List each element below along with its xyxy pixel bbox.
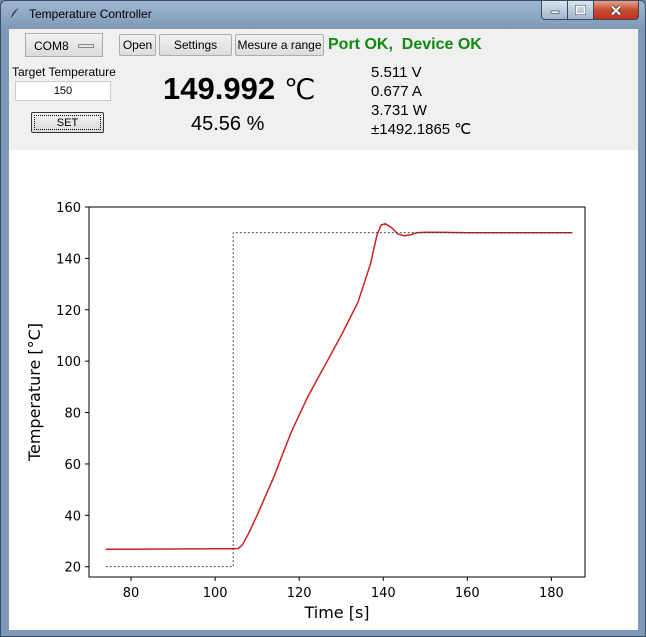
deviation-reading: ±1492.1865 ℃: [371, 121, 472, 138]
set-button[interactable]: SET: [31, 112, 104, 133]
x-axis-label: Time [s]: [303, 603, 369, 622]
maximize-icon: [575, 5, 586, 15]
temperature-chart: 20 40 60 80 100 120 140 160 80 100 120 140 160 180 T…: [25, 201, 586, 622]
y-tick-label: 140: [56, 252, 81, 267]
window-controls: [541, 1, 639, 21]
y-axis-ticks: 20 40 60 80 100 120 140 160: [56, 201, 89, 576]
client-area: COM8 Open Settings Mesure a range Port O…: [9, 29, 638, 630]
port-select[interactable]: COM8: [25, 33, 103, 57]
target-temperature-input[interactable]: [15, 81, 111, 101]
target-temperature-label: Target Temperature: [12, 65, 116, 79]
feather-icon: [10, 8, 19, 21]
minimize-button[interactable]: [541, 1, 568, 20]
y-tick-label: 160: [56, 201, 81, 216]
y-tick-label: 60: [64, 458, 81, 473]
control-panel: COM8 Open Settings Mesure a range Port O…: [9, 29, 638, 150]
temperature-unit: ℃: [284, 74, 316, 105]
title-bar[interactable]: Temperature Controller: [1, 1, 645, 29]
port-status: Port OK,: [328, 36, 393, 53]
current-temperature: 149.992: [163, 71, 276, 106]
y-tick-label: 40: [64, 509, 81, 524]
y-tick-label: 20: [64, 561, 81, 576]
x-axis-ticks: 80 100 120 140 160 180: [123, 577, 564, 601]
maximize-button[interactable]: [568, 1, 594, 20]
x-tick-label: 100: [203, 586, 228, 601]
measure-range-button[interactable]: Mesure a range: [235, 34, 324, 56]
connection-status: Port OK, Device OK: [328, 36, 482, 54]
electrical-readings: 5.511 V 0.677 A 3.731 W ±1492.1865 ℃: [371, 63, 471, 139]
x-tick-label: 120: [287, 586, 312, 601]
current-reading: 0.677 A: [371, 83, 422, 100]
y-tick-label: 100: [56, 355, 81, 370]
dropdown-indicator-icon: [78, 44, 94, 48]
close-button[interactable]: [594, 1, 639, 20]
chart-plot-area: [88, 206, 586, 578]
port-select-value: COM8: [34, 39, 69, 53]
minimize-icon: [550, 10, 559, 14]
device-status: Device OK: [401, 36, 482, 53]
window-title: Temperature Controller: [29, 7, 152, 21]
voltage-reading: 5.511 V: [371, 64, 422, 81]
y-tick-label: 80: [64, 407, 81, 422]
x-tick-label: 160: [455, 586, 480, 601]
power-reading: 3.731 W: [371, 102, 427, 119]
focus-ring: [34, 115, 101, 130]
app-window: Temperature Controller COM8 Open Setting…: [0, 0, 646, 637]
settings-button[interactable]: Settings: [159, 34, 232, 56]
y-tick-label: 120: [56, 304, 81, 319]
x-tick-label: 180: [539, 586, 564, 601]
y-axis-label: Temperature [°C]: [25, 323, 44, 462]
x-tick-label: 140: [371, 586, 396, 601]
close-icon: [610, 4, 622, 16]
output-percent: 45.56 %: [191, 113, 265, 135]
open-button[interactable]: Open: [119, 34, 156, 56]
x-tick-label: 80: [123, 586, 140, 601]
